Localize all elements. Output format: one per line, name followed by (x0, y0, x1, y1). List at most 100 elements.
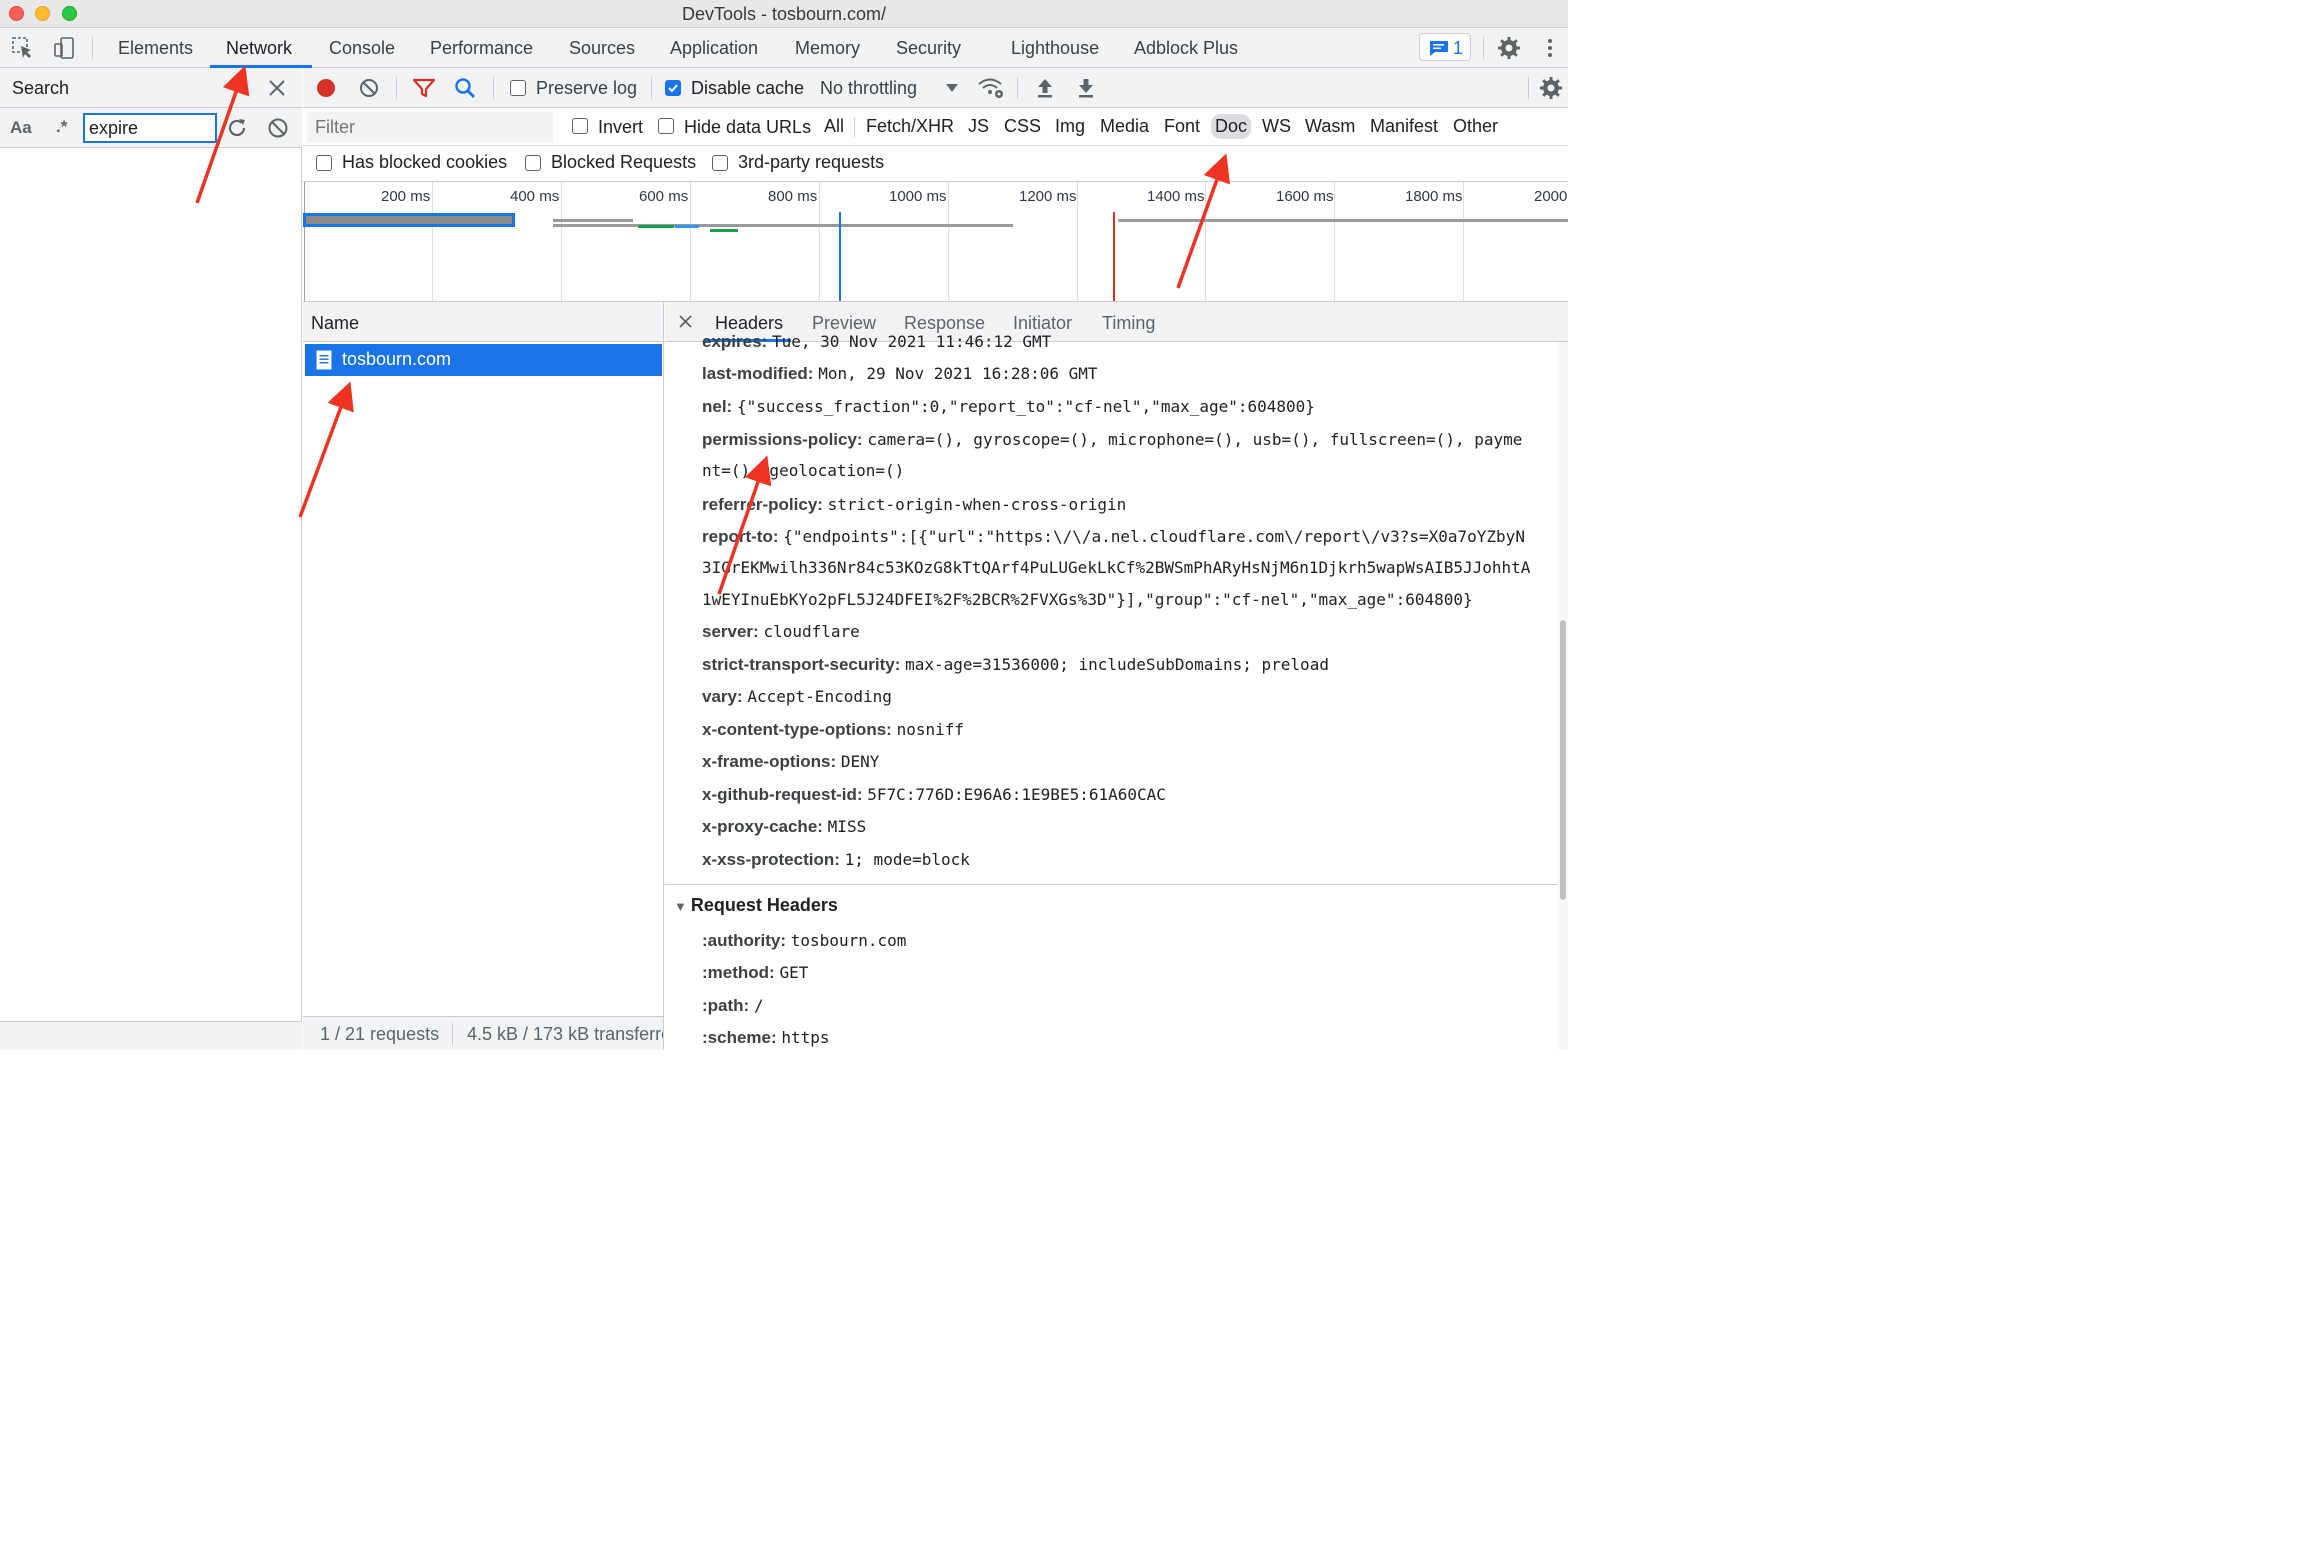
type-filter-fetch-xhr[interactable]: Fetch/XHR (866, 116, 954, 137)
overview-request-bar (553, 224, 1013, 227)
header-name: :authority: (702, 931, 787, 950)
filter-row: Invert Hide data URLs All Fetch/XHR JS C… (303, 108, 1568, 146)
blocked-requests-checkbox[interactable] (525, 155, 541, 171)
hide-data-urls-checkbox[interactable] (658, 118, 674, 134)
type-filter-css[interactable]: CSS (1004, 116, 1041, 137)
type-filter-font[interactable]: Font (1164, 116, 1200, 137)
tab-sources[interactable]: Sources (569, 38, 635, 59)
type-filter-other[interactable]: Other (1453, 116, 1498, 137)
header-value: nt=(), geolocation=() (702, 461, 905, 480)
response-header-row: expires: Tue, 30 Nov 2021 11:46:12 GMT (702, 332, 1051, 352)
tab-console[interactable]: Console (329, 38, 395, 59)
header-value: nosniff (896, 720, 964, 739)
tab-network[interactable]: Network (226, 38, 292, 59)
overview-tick-label: 2000 (1534, 188, 1568, 205)
details-scrollbar[interactable] (1558, 342, 1568, 1050)
header-name: vary: (702, 687, 743, 706)
search-options-row: Aa .* (0, 108, 302, 148)
refresh-icon[interactable] (226, 117, 248, 139)
settings-gear-icon[interactable] (1497, 36, 1521, 60)
close-search-icon[interactable] (268, 79, 286, 97)
type-filter-js[interactable]: JS (968, 116, 989, 137)
header-value: 3IGrEKMwilh336Nr84c53KOzG8kTtQArf4PuLUGe… (702, 558, 1531, 577)
type-filter-wasm[interactable]: Wasm (1305, 116, 1355, 137)
more-options-icon[interactable] (1540, 36, 1560, 60)
type-filter-media[interactable]: Media (1100, 116, 1149, 137)
request-row[interactable]: tosbourn.com (305, 344, 662, 376)
name-column-header[interactable]: Name (311, 313, 359, 334)
third-party-requests-checkbox[interactable] (712, 155, 728, 171)
clear-log-icon[interactable] (359, 78, 379, 98)
tab-initiator[interactable]: Initiator (1013, 313, 1072, 334)
has-blocked-cookies-checkbox[interactable] (316, 155, 332, 171)
tab-adblock-plus[interactable]: Adblock Plus (1134, 38, 1238, 59)
filter-input[interactable] (307, 112, 553, 142)
filter-funnel-icon[interactable] (413, 78, 435, 98)
close-details-icon[interactable] (679, 315, 692, 328)
device-toolbar-icon[interactable] (52, 36, 76, 60)
overview-tick-label: 1400 ms (1147, 188, 1205, 205)
type-filter-manifest[interactable]: Manifest (1370, 116, 1438, 137)
header-name: x-github-request-id: (702, 785, 863, 804)
network-overview-timeline[interactable]: 200 ms 400 ms 600 ms 800 ms 1000 ms 1200… (303, 182, 1568, 302)
load-event-marker (1113, 212, 1115, 301)
network-settings-gear-icon[interactable] (1539, 76, 1563, 100)
inspect-element-icon[interactable] (11, 36, 35, 60)
header-value: MISS (827, 817, 867, 836)
header-value: GET (779, 963, 809, 982)
response-header-row: x-content-type-options: nosniff (702, 720, 964, 740)
chevron-down-icon[interactable] (945, 83, 959, 93)
messages-badge-button[interactable]: 1 (1419, 33, 1471, 61)
type-filter-all[interactable]: All (824, 116, 844, 137)
window-titlebar: DevTools - tosbourn.com/ (0, 0, 1568, 28)
header-value: Mon, 29 Nov 2021 16:28:06 GMT (818, 364, 1098, 383)
tab-preview[interactable]: Preview (812, 313, 876, 334)
header-value: 5F7C:776D:E96A6:1E9BE5:61A60CAC (867, 785, 1166, 804)
match-case-toggle[interactable]: Aa (10, 118, 32, 138)
main-tab-bar: Elements Network Console Performance Sou… (0, 28, 1568, 68)
header-name: last-modified: (702, 364, 814, 383)
disable-cache-checkbox[interactable] (665, 80, 681, 96)
type-filter-doc[interactable]: Doc (1211, 114, 1252, 139)
header-value: / (753, 996, 764, 1015)
tab-application[interactable]: Application (670, 38, 758, 59)
type-filter-img[interactable]: Img (1055, 116, 1085, 137)
header-value: 1wEYInuEbKYo2pFL5J24DFEI%2F%2BCR%2FVXGs%… (702, 590, 1473, 609)
clear-search-icon[interactable] (267, 117, 289, 139)
overview-tick-label: 1600 ms (1276, 188, 1334, 205)
header-name: :method: (702, 963, 775, 982)
request-count: 1 / 21 requests (320, 1024, 440, 1044)
request-list-header: Name (303, 302, 663, 342)
regex-toggle[interactable]: .* (56, 117, 67, 137)
message-icon (1430, 41, 1448, 56)
tab-elements[interactable]: Elements (118, 38, 193, 59)
header-name: strict-transport-security: (702, 655, 901, 674)
tab-security[interactable]: Security (896, 38, 961, 59)
overview-tick-label: 1800 ms (1405, 188, 1463, 205)
search-icon[interactable] (454, 77, 476, 99)
has-blocked-cookies-label: Has blocked cookies (342, 152, 508, 172)
header-value: cloudflare (763, 622, 860, 641)
throttling-select[interactable]: No throttling (820, 78, 917, 99)
tab-lighthouse[interactable]: Lighthouse (1011, 38, 1099, 59)
type-filter-ws[interactable]: WS (1262, 116, 1291, 137)
network-conditions-icon[interactable] (977, 76, 1005, 100)
invert-checkbox[interactable] (572, 118, 588, 134)
tab-performance[interactable]: Performance (430, 38, 533, 59)
search-query-input[interactable] (83, 113, 217, 143)
import-har-icon[interactable] (1035, 77, 1055, 99)
overview-request-bar (710, 229, 738, 232)
tab-headers[interactable]: Headers (715, 313, 783, 334)
header-name: nel: (702, 397, 733, 416)
checkmark-icon (668, 84, 678, 93)
details-scrollbar-thumb[interactable] (1560, 620, 1566, 900)
preserve-log-checkbox[interactable] (510, 80, 526, 96)
record-icon[interactable] (316, 78, 336, 98)
tab-memory[interactable]: Memory (795, 38, 860, 59)
tab-response[interactable]: Response (904, 313, 985, 334)
header-value: {"success_fraction":0,"report_to":"cf-ne… (736, 397, 1315, 416)
request-list: Name tosbourn.com 1 / 21 requests 4.5 kB… (303, 302, 664, 1050)
tab-timing[interactable]: Timing (1102, 313, 1155, 334)
export-har-icon[interactable] (1076, 77, 1096, 99)
request-headers-section-toggle[interactable]: ▼ Request Headers (674, 895, 838, 916)
